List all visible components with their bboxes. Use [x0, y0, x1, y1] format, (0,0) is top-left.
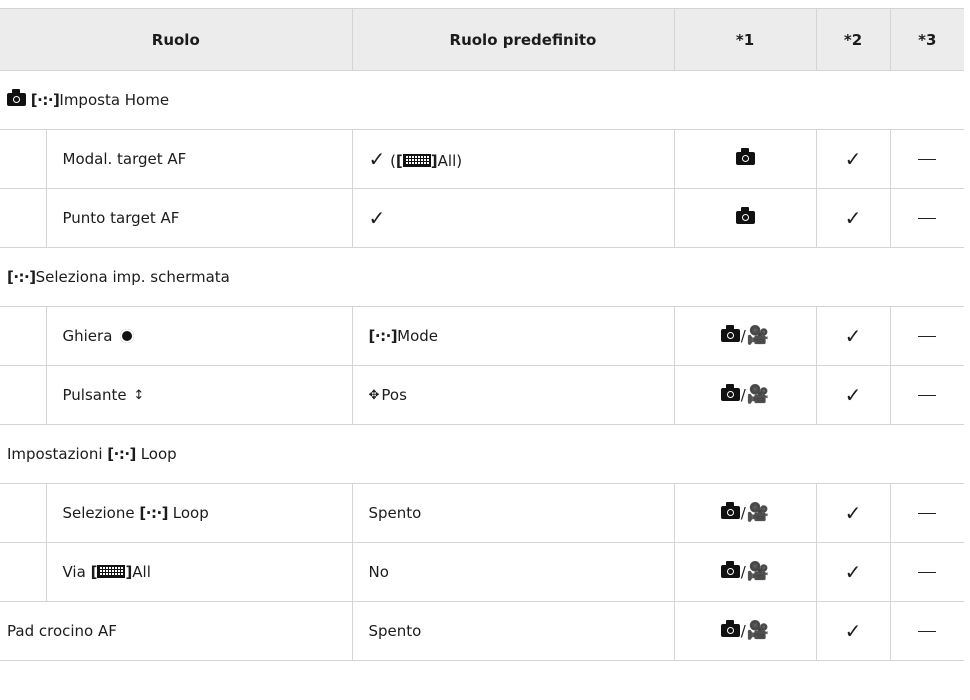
dash-icon — [918, 159, 937, 160]
af-all-grid-icon — [402, 153, 431, 167]
checkmark-icon: ✓ — [844, 146, 862, 171]
cell-mode: /🎥 — [673, 601, 817, 661]
checkmark-icon: ✓ — [844, 323, 862, 348]
af-frame-icon: [·:·] — [107, 445, 136, 463]
cell-mode — [673, 188, 817, 248]
dash-icon — [918, 631, 937, 632]
cell-mode: /🎥 — [673, 483, 817, 543]
dash-icon — [918, 218, 937, 219]
group-title: Seleziona imp. schermata — [35, 268, 230, 286]
row-label: Pulsante ↕ — [45, 365, 353, 425]
row-label: Ghiera — [45, 306, 353, 366]
group-label-screen: [·:·]Seleziona imp. schermata — [0, 247, 965, 307]
dash-icon — [918, 336, 937, 337]
camera-icon — [735, 207, 755, 224]
camera-icon — [720, 501, 740, 519]
checkmark-icon: ✓ — [844, 559, 862, 584]
cell-col3 — [889, 188, 965, 248]
af-frame-icon: [·:·] — [139, 504, 168, 522]
header-col1: *1 — [673, 8, 817, 71]
group-label-loop: Impostazioni [·:·] Loop — [0, 424, 965, 484]
cell-col2: ✓ — [815, 542, 891, 602]
cell-mode: /🎥 — [673, 365, 817, 425]
checkmark-icon: ✓ — [844, 618, 862, 643]
row-default: ✓ ([]All) — [351, 129, 675, 189]
movie-icon: 🎥 — [746, 325, 770, 347]
table-row: Pulsante ↕ ✥ Pos /🎥 ✓ — [0, 365, 965, 425]
row-default: Spento — [351, 483, 675, 543]
camera-icon — [720, 383, 740, 401]
table-header-row: Ruolo Ruolo predefinito *1 *2 *3 — [0, 8, 965, 71]
row-default: [·:·]Mode — [351, 306, 675, 366]
camera-icon — [735, 148, 755, 165]
row-label: Pad crocino AF — [0, 601, 353, 661]
cell-col2: ✓ — [815, 365, 891, 425]
row-default: ✥ Pos — [351, 365, 675, 425]
row-default: No — [351, 542, 675, 602]
table-row: Modal. target AF ✓ ([]All) ✓ — [0, 129, 965, 189]
cell-col2: ✓ — [815, 306, 891, 366]
movie-icon: 🎥 — [746, 561, 770, 583]
header-col2: *2 — [815, 8, 891, 71]
header-col3: *3 — [889, 8, 965, 71]
table-row: Punto target AF ✓ ✓ — [0, 188, 965, 248]
header-role: Ruolo — [0, 8, 353, 71]
arrow-pad-icon: ↕ — [133, 388, 145, 403]
af-frame-icon: [·:·] — [7, 268, 36, 286]
header-default-role: Ruolo predefinito — [351, 8, 675, 71]
checkmark-icon: ✓ — [368, 146, 386, 171]
movie-icon: 🎥 — [746, 620, 770, 642]
arrow-pad-icon: ✥ — [368, 388, 380, 403]
dash-icon — [918, 572, 937, 573]
row-label: Via []All — [45, 542, 353, 602]
camera-icon — [720, 324, 740, 342]
row-default: ✓ — [351, 188, 675, 248]
settings-table: Ruolo Ruolo predefinito *1 *2 *3 [·:·]Im… — [0, 8, 965, 661]
checkmark-icon: ✓ — [844, 382, 862, 407]
group-title: Imposta Home — [59, 91, 170, 109]
cell-col3 — [889, 542, 965, 602]
af-frame-icon: [·:·] — [368, 327, 398, 345]
cell-col3 — [889, 365, 965, 425]
camera-icon — [720, 619, 740, 637]
cell-col2: ✓ — [815, 188, 891, 248]
dash-icon — [918, 395, 937, 396]
group-label-home: [·:·]Imposta Home — [0, 70, 965, 130]
table-row: Via []All No /🎥 ✓ — [0, 542, 965, 602]
cell-col3 — [889, 601, 965, 661]
row-label: Selezione [·:·] Loop — [45, 483, 353, 543]
table-row: Ghiera [·:·]Mode /🎥 ✓ — [0, 306, 965, 366]
row-default: Spento — [351, 601, 675, 661]
movie-icon: 🎥 — [746, 384, 770, 406]
cell-mode — [673, 129, 817, 189]
af-frame-icon: [·:·] — [30, 91, 60, 109]
cell-col3 — [889, 129, 965, 189]
dial-icon — [120, 328, 135, 343]
cell-col2: ✓ — [815, 601, 891, 661]
camera-icon — [7, 89, 26, 106]
group-row-home: [·:·]Imposta Home — [0, 70, 965, 130]
dash-icon — [918, 513, 937, 514]
table-row: Pad crocino AF Spento /🎥 ✓ — [0, 601, 965, 661]
cell-col2: ✓ — [815, 129, 891, 189]
cell-col3 — [889, 306, 965, 366]
group-row-screen: [·:·]Seleziona imp. schermata — [0, 247, 965, 307]
row-label: Punto target AF — [45, 188, 353, 248]
checkmark-icon: ✓ — [844, 500, 862, 525]
movie-icon: 🎥 — [746, 502, 770, 524]
cell-col2: ✓ — [815, 483, 891, 543]
checkmark-icon: ✓ — [368, 205, 386, 230]
cell-col3 — [889, 483, 965, 543]
cell-mode: /🎥 — [673, 542, 817, 602]
checkmark-icon: ✓ — [844, 205, 862, 230]
cell-mode: /🎥 — [673, 306, 817, 366]
row-label: Modal. target AF — [45, 129, 353, 189]
camera-icon — [720, 560, 740, 578]
table-row: Selezione [·:·] Loop Spento /🎥 ✓ — [0, 483, 965, 543]
group-row-loop: Impostazioni [·:·] Loop — [0, 424, 965, 484]
af-all-grid-icon — [97, 565, 126, 578]
